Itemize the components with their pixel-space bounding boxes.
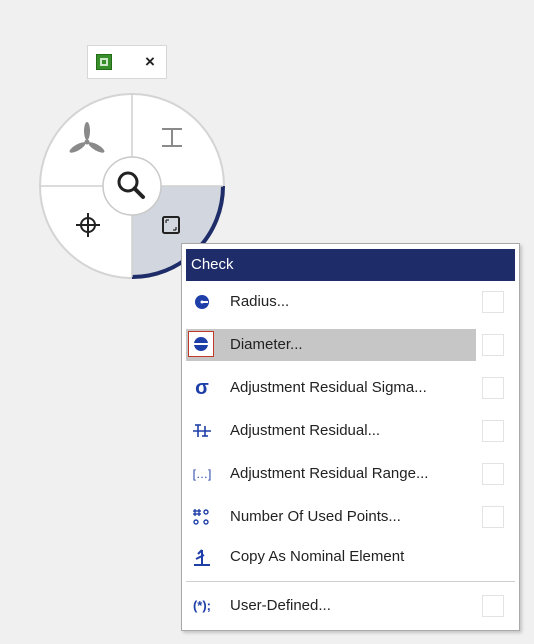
menu-item-used-points[interactable]: Number Of Used Points... — [186, 501, 476, 533]
user-defined-icon: (*); — [192, 598, 212, 613]
checkbox-radius[interactable] — [482, 291, 504, 313]
menu-item-user-defined[interactable]: (*); User-Defined... — [186, 590, 476, 622]
menu-item-residual-sigma[interactable]: σ Adjustment Residual Sigma... — [186, 372, 476, 404]
checkbox-user-defined[interactable] — [482, 595, 504, 617]
checkbox-residual-range[interactable] — [482, 463, 504, 485]
used-points-icon — [190, 505, 214, 529]
menu-item-label: Radius... — [230, 293, 290, 310]
checkbox-residual-sigma[interactable] — [482, 377, 504, 399]
close-icon[interactable]: × — [140, 51, 160, 73]
checkbox-used-points[interactable] — [482, 506, 504, 528]
residual-icon — [190, 419, 214, 443]
menu-item-label: Number Of Used Points... — [230, 508, 401, 525]
menu-item-copy-nominal[interactable]: Copy As Nominal Element — [186, 541, 476, 573]
menu-item-residual-range[interactable]: […] Adjustment Residual Range... — [186, 458, 476, 490]
menu-item-label: Adjustment Residual Sigma... — [230, 379, 427, 396]
menu-item-label: Adjustment Residual... — [230, 422, 381, 439]
menu-separator — [186, 581, 515, 582]
pin-icon[interactable] — [96, 54, 112, 70]
checkbox-residual[interactable] — [482, 420, 504, 442]
check-menu: Check Radius... Diameter... σ Adjustment… — [181, 243, 520, 631]
wheel-toolbar: × — [87, 45, 167, 79]
diameter-icon — [188, 331, 214, 357]
menu-item-label: User-Defined... — [230, 597, 331, 614]
sigma-icon: σ — [195, 377, 209, 399]
residual-range-icon: […] — [192, 467, 212, 481]
checkbox-diameter[interactable] — [482, 334, 504, 356]
menu-item-label: Copy As Nominal Element — [230, 548, 405, 565]
menu-item-diameter[interactable]: Diameter... — [186, 329, 476, 361]
menu-item-label: Diameter... — [230, 336, 303, 353]
radius-icon — [190, 290, 214, 314]
menu-item-label: Adjustment Residual Range... — [230, 465, 429, 482]
menu-item-radius[interactable]: Radius... — [186, 286, 476, 318]
copy-nominal-icon — [190, 545, 214, 569]
menu-item-residual[interactable]: Adjustment Residual... — [186, 415, 476, 447]
menu-header: Check — [186, 249, 515, 281]
